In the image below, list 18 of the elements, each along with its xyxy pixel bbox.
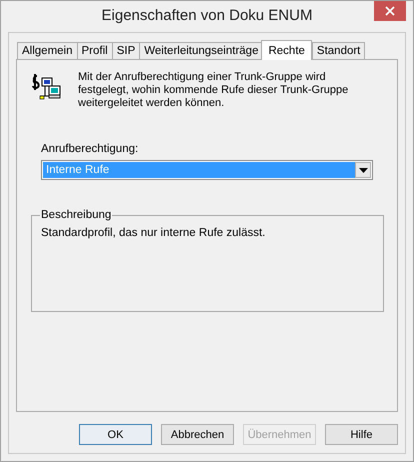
dialog-button[interactable]: Abbrechen (161, 424, 234, 445)
network-permission-icon (31, 74, 61, 102)
tab[interactable]: Profil (76, 42, 113, 59)
window-title: Eigenschaften von Doku ENUM (102, 7, 312, 24)
dialog-button[interactable]: OK (79, 424, 152, 445)
tab[interactable]: Allgemein (17, 42, 78, 59)
field-label: Anrufberechtigung: (41, 143, 140, 155)
tab[interactable]: Standort (312, 42, 366, 59)
caret-icon (358, 168, 368, 172)
intro-text: Mit der Anrufberechtigung einer Trunk-Gruppe wird festgelegt, wohin kommende Rufe dieser Trunk-Gruppe weitergeleitet werden können. (78, 71, 350, 110)
group-title: Beschreibung (40, 209, 112, 221)
close-icon (385, 6, 395, 16)
tab[interactable]: SIP (112, 42, 140, 59)
close-button[interactable] (374, 1, 406, 21)
tab[interactable]: Rechte (261, 40, 312, 60)
dialog-button[interactable]: Hilfe (325, 424, 398, 445)
tab[interactable]: Weiterleitungseinträge (139, 42, 264, 59)
description-text: Standardprofil, das nur interne Rufe zulässt. (41, 227, 266, 239)
